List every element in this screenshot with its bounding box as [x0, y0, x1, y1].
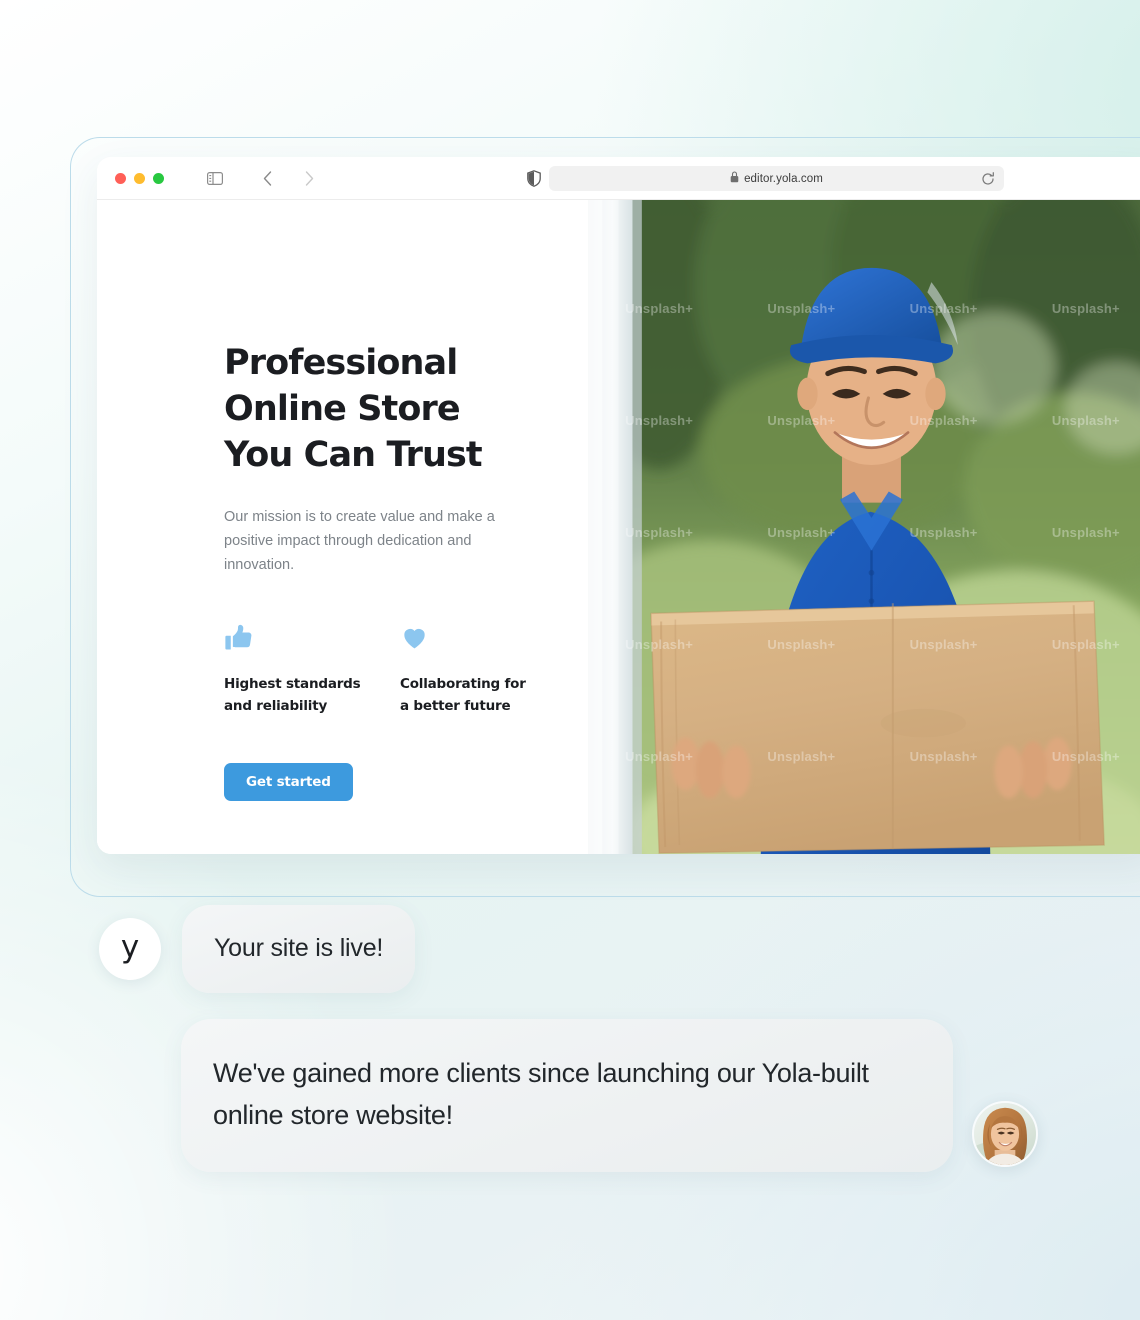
feature-item-collaboration: Collaborating for a better future [400, 623, 538, 717]
chat-message-customer: We've gained more clients since launchin… [181, 1019, 1038, 1172]
chevron-right-icon[interactable] [296, 165, 322, 191]
navigation-controls [202, 165, 322, 191]
hero-photo: Unsplash+ Unsplash+ Unsplash+ Unsplash+ … [588, 200, 1140, 854]
page-background: editor.yola.com Professional Online Stor… [0, 0, 1140, 1320]
chat-bubble-customer: We've gained more clients since launchin… [181, 1019, 953, 1172]
browser-window: editor.yola.com Professional Online Stor… [97, 157, 1140, 854]
chat-bubble-text: We've gained more clients since launchin… [213, 1058, 869, 1130]
delivery-person-illustration [588, 200, 1140, 854]
minimize-window-button[interactable] [134, 172, 145, 184]
feature-item-standards: Highest standards and reliability [224, 623, 362, 717]
brand-avatar: y [99, 918, 161, 980]
window-controls[interactable] [115, 172, 164, 184]
chevron-left-icon[interactable] [254, 165, 280, 191]
get-started-button[interactable]: Get started [224, 763, 353, 801]
sidebar-toggle-icon[interactable] [202, 165, 228, 191]
address-bar[interactable]: editor.yola.com [549, 166, 1004, 191]
hero-feature-list: Highest standards and reliability Collab… [224, 623, 588, 717]
reload-icon[interactable] [980, 171, 996, 187]
hero-title: Professional Online Store You Can Trust [224, 343, 483, 475]
site-viewport: Professional Online Store You Can Trust … [97, 200, 1140, 854]
privacy-report-control[interactable] [521, 157, 547, 199]
yola-logo-icon: y [120, 929, 140, 965]
maximize-window-button[interactable] [153, 172, 164, 184]
hero-subtitle: Our mission is to create value and make … [224, 509, 495, 573]
shield-privacy-icon[interactable] [521, 165, 547, 191]
feature-label: Highest standards and reliability [224, 676, 361, 714]
customer-avatar [972, 1101, 1038, 1167]
chat-bubble-brand: Your site is live! [182, 905, 416, 993]
heart-icon [400, 623, 538, 653]
customer-photo [974, 1103, 1036, 1165]
hero-text-column: Professional Online Store You Can Trust … [97, 200, 588, 854]
browser-toolbar: editor.yola.com [97, 157, 1140, 200]
close-window-button[interactable] [115, 172, 126, 184]
url-text: editor.yola.com [744, 172, 823, 185]
chat-bubble-text: Your site is live! [214, 934, 384, 962]
chat-message-brand: y Your site is live! [99, 905, 416, 993]
lock-icon [730, 170, 739, 188]
feature-label: Collaborating for a better future [400, 676, 526, 714]
thumbs-up-icon [224, 623, 362, 653]
